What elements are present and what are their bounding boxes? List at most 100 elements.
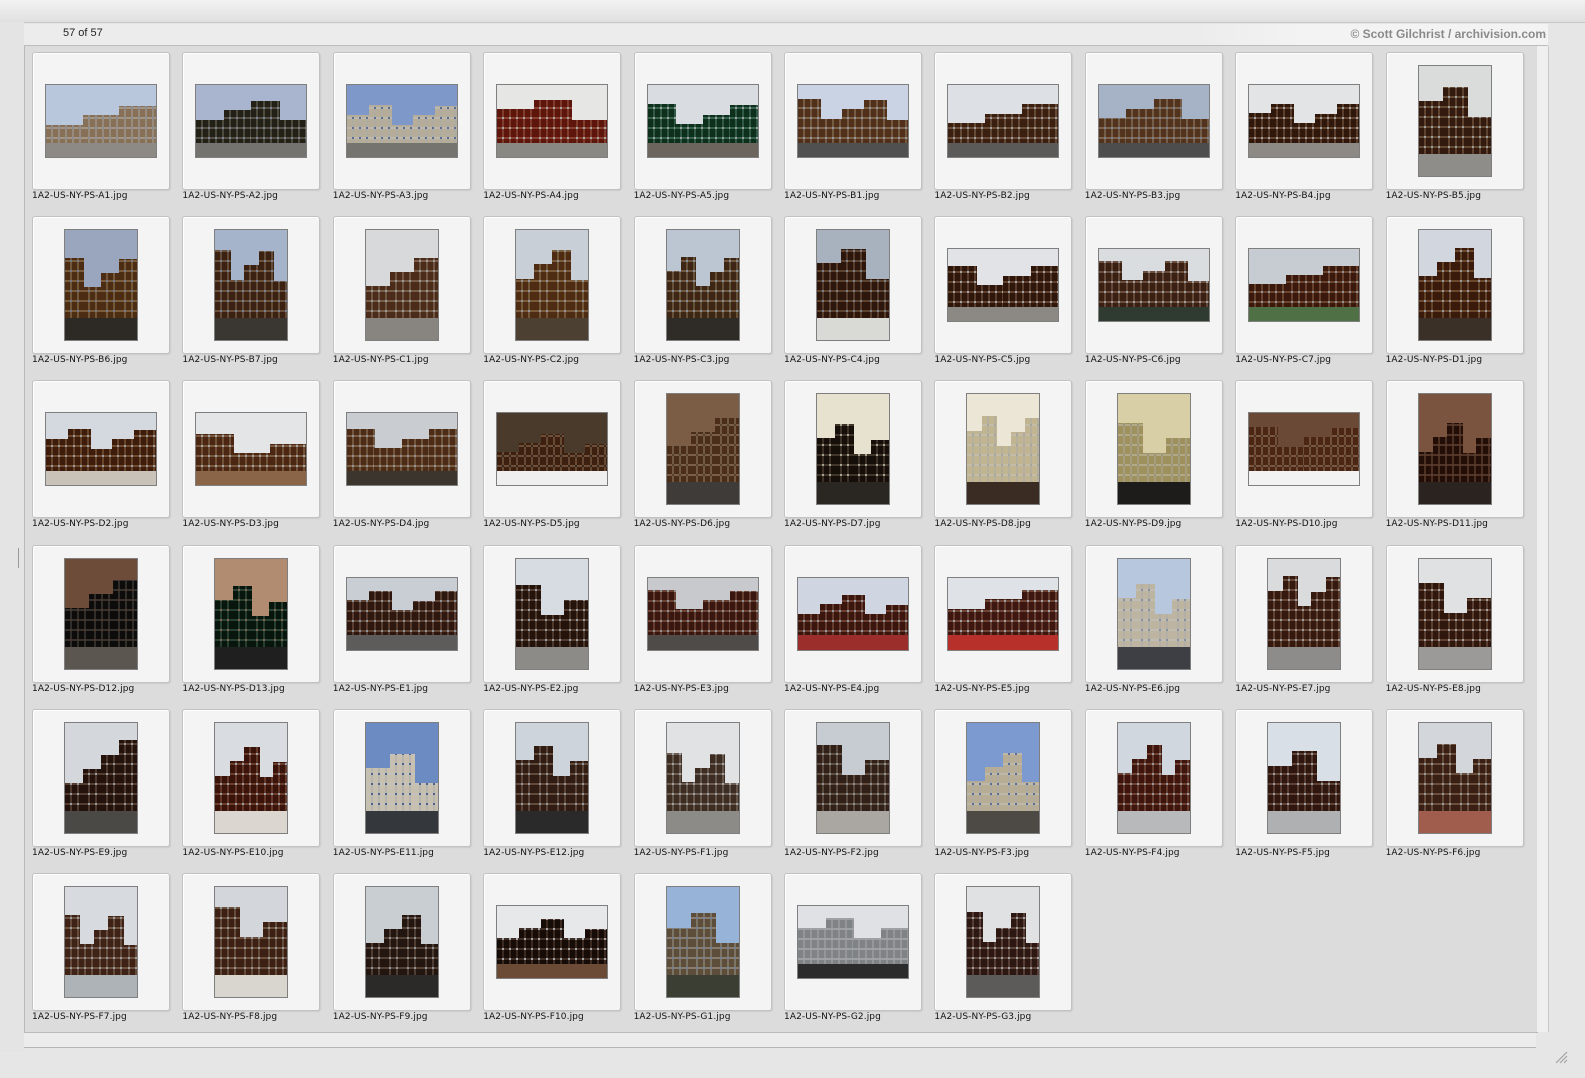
- thumbnail-frame[interactable]: [182, 544, 321, 683]
- thumbnail-cell[interactable]: 1A2-US-NY-PS-C7.jpg: [1228, 210, 1378, 374]
- thumbnail-cell[interactable]: 1A2-US-NY-PS-D9.jpg: [1078, 374, 1228, 538]
- thumbnail-image[interactable]: [45, 412, 157, 487]
- thumbnail-cell[interactable]: 1A2-US-NY-PS-D5.jpg: [476, 374, 626, 538]
- thumbnail-cell[interactable]: 1A2-US-NY-PS-D7.jpg: [777, 374, 927, 538]
- thumbnail-cell[interactable]: 1A2-US-NY-PS-E8.jpg: [1379, 539, 1529, 703]
- split-handle[interactable]: [18, 548, 19, 568]
- thumbnail-image[interactable]: [966, 393, 1041, 506]
- thumbnail-frame[interactable]: [1235, 216, 1374, 355]
- thumbnail-image[interactable]: [1267, 721, 1342, 834]
- thumbnail-cell[interactable]: 1A2-US-NY-PS-F9.jpg: [326, 867, 476, 1031]
- thumbnail-image[interactable]: [1248, 248, 1361, 323]
- thumbnail-image[interactable]: [797, 576, 909, 651]
- thumbnail-frame[interactable]: [934, 216, 1073, 355]
- thumbnail-image[interactable]: [947, 576, 1060, 651]
- thumbnail-cell[interactable]: 1A2-US-NY-PS-E6.jpg: [1078, 539, 1228, 703]
- thumbnail-frame[interactable]: [934, 544, 1073, 683]
- thumbnail-frame[interactable]: [633, 216, 772, 355]
- thumbnail-frame[interactable]: [633, 708, 772, 847]
- thumbnail-frame[interactable]: [32, 380, 170, 519]
- thumbnail-frame[interactable]: [633, 544, 772, 683]
- thumbnail-cell[interactable]: 1A2-US-NY-PS-F1.jpg: [627, 703, 777, 867]
- thumbnail-frame[interactable]: [1235, 544, 1374, 683]
- thumbnail-cell[interactable]: 1A2-US-NY-PS-G2.jpg: [777, 867, 927, 1031]
- thumbnail-cell[interactable]: 1A2-US-NY-PS-B3.jpg: [1078, 46, 1228, 210]
- thumbnail-cell[interactable]: 1A2-US-NY-PS-G1.jpg: [627, 867, 777, 1031]
- thumbnail-frame[interactable]: [1385, 708, 1524, 847]
- thumbnail-frame[interactable]: [182, 216, 321, 355]
- thumbnail-frame[interactable]: [934, 873, 1073, 1011]
- thumbnail-frame[interactable]: [332, 380, 471, 519]
- thumbnail-cell[interactable]: 1A2-US-NY-PS-E3.jpg: [627, 539, 777, 703]
- thumbnail-image[interactable]: [797, 905, 909, 979]
- thumbnail-frame[interactable]: [32, 873, 170, 1011]
- thumbnail-frame[interactable]: [1084, 216, 1223, 355]
- thumbnail-grid-pane[interactable]: 1A2-US-NY-PS-A1.jpg 1A2-US-NY-PS-A2.jpg 1A…: [24, 46, 1538, 1033]
- thumbnail-cell[interactable]: 1A2-US-NY-PS-C3.jpg: [627, 210, 777, 374]
- thumbnail-image[interactable]: [64, 721, 138, 834]
- thumbnail-image[interactable]: [1116, 721, 1191, 834]
- thumbnail-image[interactable]: [214, 886, 289, 998]
- thumbnail-cell[interactable]: 1A2-US-NY-PS-F2.jpg: [777, 703, 927, 867]
- thumbnail-cell[interactable]: 1A2-US-NY-PS-B1.jpg: [777, 46, 927, 210]
- thumbnail-cell[interactable]: 1A2-US-NY-PS-E5.jpg: [927, 539, 1077, 703]
- thumbnail-image[interactable]: [214, 557, 289, 670]
- thumbnail-cell[interactable]: 1A2-US-NY-PS-F5.jpg: [1228, 703, 1378, 867]
- thumbnail-cell[interactable]: 1A2-US-NY-PS-D3.jpg: [175, 374, 325, 538]
- thumbnail-frame[interactable]: [784, 52, 922, 190]
- thumbnail-image[interactable]: [1417, 393, 1492, 506]
- thumbnail-frame[interactable]: [182, 708, 321, 847]
- thumbnail-image[interactable]: [345, 412, 458, 487]
- thumbnail-frame[interactable]: [32, 708, 170, 847]
- thumbnail-cell[interactable]: 1A2-US-NY-PS-E2.jpg: [476, 539, 626, 703]
- thumbnail-frame[interactable]: [633, 52, 772, 190]
- thumbnail-cell[interactable]: 1A2-US-NY-PS-D13.jpg: [175, 539, 325, 703]
- thumbnail-image[interactable]: [816, 229, 890, 342]
- thumbnail-cell[interactable]: 1A2-US-NY-PS-D1.jpg: [1379, 210, 1529, 374]
- thumbnail-image[interactable]: [665, 229, 740, 342]
- thumbnail-image[interactable]: [364, 721, 439, 834]
- thumbnail-cell[interactable]: 1A2-US-NY-PS-G3.jpg: [927, 867, 1077, 1031]
- thumbnail-image[interactable]: [364, 229, 439, 342]
- thumbnail-cell[interactable]: 1A2-US-NY-PS-C5.jpg: [927, 210, 1077, 374]
- thumbnail-cell[interactable]: 1A2-US-NY-PS-C1.jpg: [326, 210, 476, 374]
- thumbnail-image[interactable]: [1248, 84, 1361, 158]
- thumbnail-frame[interactable]: [332, 708, 471, 847]
- thumbnail-cell[interactable]: 1A2-US-NY-PS-B2.jpg: [927, 46, 1077, 210]
- thumbnail-image[interactable]: [515, 557, 590, 670]
- thumbnail-cell[interactable]: 1A2-US-NY-PS-E12.jpg: [476, 703, 626, 867]
- thumbnail-cell[interactable]: 1A2-US-NY-PS-D4.jpg: [326, 374, 476, 538]
- thumbnail-cell[interactable]: 1A2-US-NY-PS-A1.jpg: [25, 46, 175, 210]
- thumbnail-cell[interactable]: 1A2-US-NY-PS-B5.jpg: [1379, 46, 1529, 210]
- thumbnail-cell[interactable]: 1A2-US-NY-PS-D10.jpg: [1228, 374, 1378, 538]
- thumbnail-image[interactable]: [64, 557, 138, 670]
- thumbnail-cell[interactable]: 1A2-US-NY-PS-F4.jpg: [1078, 703, 1228, 867]
- thumbnail-image[interactable]: [345, 576, 458, 651]
- thumbnail-cell[interactable]: 1A2-US-NY-PS-D8.jpg: [927, 374, 1077, 538]
- thumbnail-cell[interactable]: 1A2-US-NY-PS-E1.jpg: [326, 539, 476, 703]
- thumbnail-image[interactable]: [1097, 84, 1210, 158]
- thumbnail-image[interactable]: [1097, 248, 1210, 323]
- thumbnail-cell[interactable]: 1A2-US-NY-PS-A4.jpg: [476, 46, 626, 210]
- thumbnail-frame[interactable]: [1235, 708, 1374, 847]
- vertical-scrollbar[interactable]: [1537, 46, 1549, 1032]
- thumbnail-cell[interactable]: 1A2-US-NY-PS-D6.jpg: [627, 374, 777, 538]
- thumbnail-image[interactable]: [214, 721, 289, 834]
- thumbnail-cell[interactable]: 1A2-US-NY-PS-D11.jpg: [1379, 374, 1529, 538]
- thumbnail-frame[interactable]: [633, 873, 772, 1011]
- thumbnail-frame[interactable]: [784, 708, 922, 847]
- thumbnail-cell[interactable]: 1A2-US-NY-PS-F6.jpg: [1379, 703, 1529, 867]
- thumbnail-cell[interactable]: 1A2-US-NY-PS-E11.jpg: [326, 703, 476, 867]
- thumbnail-image[interactable]: [195, 412, 308, 487]
- thumbnail-frame[interactable]: [1084, 52, 1223, 190]
- thumbnail-image[interactable]: [665, 886, 740, 998]
- thumbnail-image[interactable]: [966, 721, 1041, 834]
- horizontal-scrollbar[interactable]: [24, 1033, 1536, 1048]
- thumbnail-cell[interactable]: 1A2-US-NY-PS-F8.jpg: [175, 867, 325, 1031]
- thumbnail-frame[interactable]: [784, 380, 922, 519]
- thumbnail-cell[interactable]: 1A2-US-NY-PS-F7.jpg: [25, 867, 175, 1031]
- thumbnail-cell[interactable]: 1A2-US-NY-PS-E7.jpg: [1228, 539, 1378, 703]
- thumbnail-cell[interactable]: 1A2-US-NY-PS-F3.jpg: [927, 703, 1077, 867]
- thumbnail-image[interactable]: [496, 412, 609, 487]
- thumbnail-cell[interactable]: 1A2-US-NY-PS-C6.jpg: [1078, 210, 1228, 374]
